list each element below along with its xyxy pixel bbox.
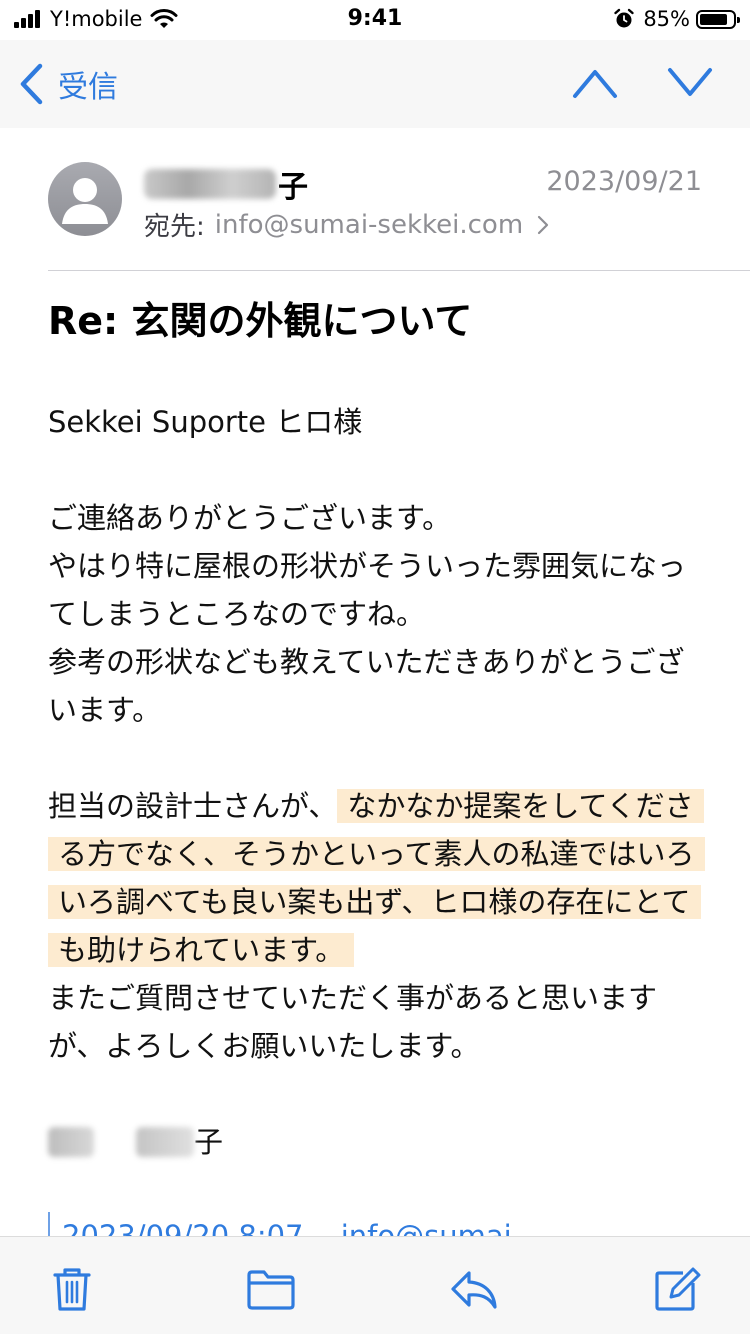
reply-button[interactable] — [449, 1265, 499, 1313]
sender-avatar[interactable] — [48, 162, 122, 236]
quoted-from: info@sumai — [340, 1219, 512, 1236]
body-line: やはり特に屋根の形状がそういった雰囲気になってしまうところなのですね。 — [48, 549, 687, 631]
battery-level — [700, 13, 728, 25]
body-line: 参考の形状なども教えていただきありがとうございます。 — [48, 645, 685, 727]
body-line: またご質問させていただく事があると思いますが、よろしくお願いいたします。 — [48, 981, 658, 1063]
bottom-toolbar — [0, 1236, 750, 1334]
to-email: info@sumai-sekkei.com — [214, 209, 524, 240]
body-paragraph: 担当の設計士さんが、 なかなか提案をしてくださる方でなく、そうかといって素人の私達… — [48, 782, 708, 974]
redacted-signature — [136, 1127, 194, 1157]
status-bar: Y!mobile 9:41 85% — [0, 0, 750, 40]
next-message-button[interactable] — [667, 66, 713, 100]
compose-button[interactable] — [653, 1265, 703, 1313]
folder-icon — [247, 1270, 295, 1310]
status-right: 85% — [613, 7, 740, 31]
chevron-left-icon — [20, 63, 43, 105]
back-label: 受信 — [58, 70, 118, 105]
greeting: Sekkei Suporte ヒロ様 — [48, 405, 363, 439]
body-text: 担当の設計士さんが、 — [48, 789, 338, 823]
message-body: Sekkei Suporte ヒロ様 ご連絡ありがとうございます。 やはり特に屋… — [48, 398, 708, 1166]
reply-icon — [451, 1271, 497, 1309]
previous-message-button[interactable] — [572, 66, 618, 100]
battery-icon — [696, 9, 740, 29]
header-divider — [48, 270, 750, 271]
redacted-signature — [48, 1127, 94, 1157]
sender-name-suffix: 子 — [278, 170, 308, 205]
signature-suffix: 子 — [194, 1125, 224, 1159]
move-to-folder-button[interactable] — [246, 1265, 296, 1313]
mail-message-screen: Y!mobile 9:41 85% 受信 子 2023/09/21 宛先: in… — [0, 0, 750, 1334]
alarm-icon — [614, 8, 635, 28]
person-icon — [62, 178, 108, 224]
signature: 子 — [48, 1118, 708, 1166]
battery-percent: 85% — [643, 7, 690, 31]
compose-icon — [655, 1267, 701, 1311]
chevron-right-icon — [538, 215, 549, 234]
message-date: 2023/09/21 — [546, 166, 702, 197]
body-line: ご連絡ありがとうございます。 — [48, 501, 452, 535]
recipient-row[interactable]: 宛先: info@sumai-sekkei.com — [144, 206, 549, 243]
message-subject: Re: 玄関の外観について — [48, 299, 473, 343]
navigation-bar: 受信 — [0, 40, 750, 128]
redacted-name — [144, 169, 276, 199]
quoted-message[interactable]: 2023/09/20 8:07 info@sumai — [48, 1212, 540, 1236]
to-label: 宛先: — [144, 212, 205, 242]
quoted-date: 2023/09/20 8:07 — [62, 1219, 304, 1236]
trash-icon — [53, 1268, 91, 1311]
trash-button[interactable] — [47, 1265, 97, 1313]
back-to-inbox-button[interactable]: 受信 — [18, 62, 118, 106]
sender-name[interactable]: 子 — [144, 162, 308, 206]
